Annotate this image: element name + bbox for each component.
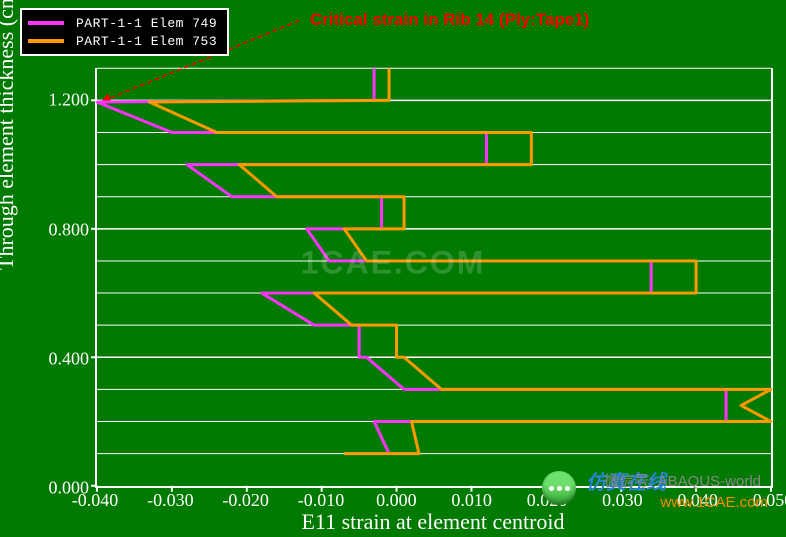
x-tick-label: -0.030 [147, 490, 194, 511]
legend-label: PART-1-1 Elem 749 [76, 16, 217, 31]
x-tick-label: -0.010 [298, 490, 345, 511]
x-tick-label: 0.000 [376, 490, 417, 511]
legend-swatch [28, 39, 64, 43]
plot-area [95, 68, 773, 488]
watermark-url: www.1CAE.com [660, 494, 768, 511]
watermark-wechat: 微信号: ABAQUS-world [604, 470, 761, 491]
y-tick-label: 0.400 [29, 348, 89, 369]
legend-label: PART-1-1 Elem 753 [76, 34, 217, 49]
legend-item: PART-1-1 Elem 753 [28, 32, 217, 50]
plot-svg [97, 68, 771, 486]
y-tick-label: 0.800 [29, 219, 89, 240]
x-tick-label: 0.010 [451, 490, 492, 511]
annotation-text: Critical strain in Rib 14 (Ply:Tape1) [310, 10, 589, 30]
wechat-icon [542, 471, 576, 505]
legend-swatch [28, 21, 64, 25]
chart-root: PART-1-1 Elem 749 PART-1-1 Elem 753 Crit… [0, 0, 786, 537]
x-tick-label: -0.040 [72, 490, 119, 511]
y-axis-label: Through element thickness (cm) [0, 0, 19, 270]
y-tick-label: 1.200 [29, 90, 89, 111]
legend-item: PART-1-1 Elem 749 [28, 14, 217, 32]
x-axis-label: E11 strain at element centroid [95, 509, 771, 535]
legend: PART-1-1 Elem 749 PART-1-1 Elem 753 [20, 8, 229, 56]
x-tick-label: -0.020 [222, 490, 269, 511]
